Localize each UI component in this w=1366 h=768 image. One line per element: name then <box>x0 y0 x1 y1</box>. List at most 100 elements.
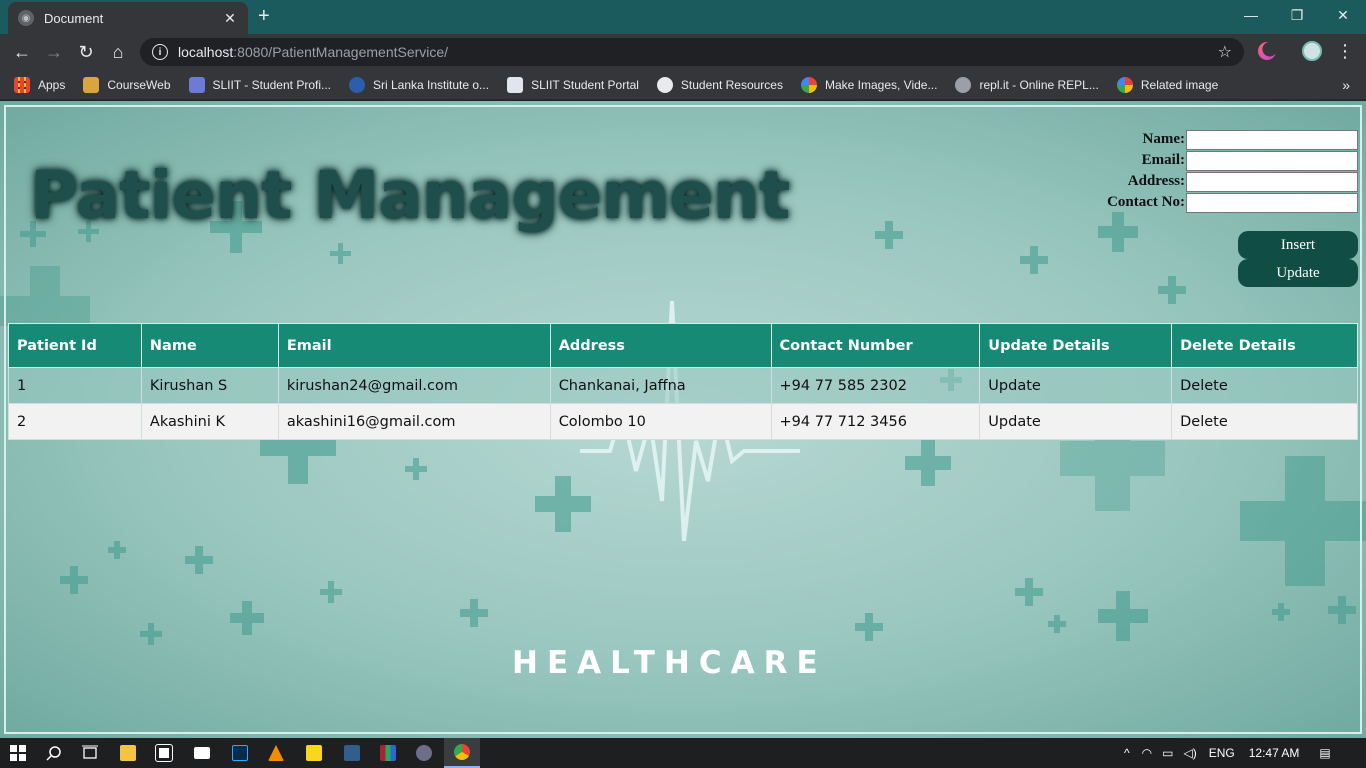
patient-form: Name: Email: Address: Contact No: <box>1088 129 1358 213</box>
terminal-icon[interactable] <box>334 738 370 768</box>
home-icon[interactable]: ⌂ <box>106 40 130 64</box>
forward-icon[interactable]: → <box>42 40 66 64</box>
contact-label: Contact No: <box>1107 194 1185 210</box>
page-content: Patient Management Name: Email: Address:… <box>0 101 1366 738</box>
store-icon[interactable] <box>146 738 182 768</box>
globe-icon <box>656 76 673 93</box>
task-view-icon[interactable] <box>72 738 108 768</box>
bookmark-related-image[interactable]: Related image <box>1116 76 1218 93</box>
chrome-icon[interactable] <box>444 738 480 768</box>
reload-icon[interactable]: ↻ <box>74 40 98 64</box>
close-tab-icon[interactable]: ✕ <box>222 10 238 27</box>
header-delete-details: Delete Details <box>1171 323 1358 368</box>
google-icon <box>800 76 817 93</box>
bookmark-student-resources[interactable]: Student Resources <box>656 76 783 93</box>
header-update-details: Update Details <box>979 323 1173 368</box>
table-row: 1 Kirushan S kirushan24@gmail.com Chanka… <box>8 367 1358 404</box>
new-tab-icon[interactable]: + <box>258 6 270 26</box>
bookmark-replit[interactable]: repl.it - Online REPL... <box>955 76 1099 93</box>
bookmark-courseweb[interactable]: CourseWeb <box>83 76 171 93</box>
bookmark-sliit-institute[interactable]: Sri Lanka Institute o... <box>349 76 489 93</box>
url-host: localhost <box>178 44 234 60</box>
settings-gear-icon[interactable] <box>406 738 442 768</box>
search-icon[interactable] <box>36 738 72 768</box>
sliit-icon <box>188 76 205 93</box>
volume-icon[interactable]: ◁) <box>1183 746 1196 760</box>
file-explorer-icon[interactable] <box>110 738 146 768</box>
cell-name: Akashini K <box>140 403 279 440</box>
profile-avatar[interactable] <box>1302 41 1322 61</box>
notifications-icon[interactable]: ▤ <box>1319 746 1330 760</box>
url-path: :8080/PatientManagementService/ <box>233 44 449 60</box>
browser-tab[interactable]: ◉ Document ✕ <box>8 2 248 34</box>
cell-address: Chankanai, Jaffna <box>549 367 772 404</box>
header-name: Name <box>140 323 279 368</box>
language-indicator[interactable]: ENG <box>1209 746 1235 760</box>
header-contact-number: Contact Number <box>770 323 981 368</box>
address-input[interactable] <box>1186 171 1358 192</box>
table-row: 2 Akashini K akashini16@gmail.com Colomb… <box>8 403 1358 440</box>
bookmark-student-portal[interactable]: SLIIT Student Portal <box>507 76 639 93</box>
header-address: Address <box>549 323 772 368</box>
wifi-icon[interactable]: ◠ <box>1142 746 1152 760</box>
name-input[interactable] <box>1186 129 1358 150</box>
header-email: Email <box>277 323 551 368</box>
google-icon <box>1116 76 1133 93</box>
row-update-button[interactable]: Update <box>979 367 1173 404</box>
email-input[interactable] <box>1186 150 1358 171</box>
winrar-icon[interactable] <box>370 738 406 768</box>
page-title: Patient Management <box>30 157 790 234</box>
bookmark-apps[interactable]: Apps <box>14 76 65 93</box>
windows-start-icon[interactable] <box>0 738 36 768</box>
table-header-row: Patient Id Name Email Address Contact Nu… <box>8 323 1358 368</box>
update-button[interactable]: Update <box>1238 259 1358 287</box>
row-update-button[interactable]: Update <box>979 403 1173 440</box>
tab-title: Document <box>44 10 104 26</box>
more-bookmarks-icon[interactable]: » <box>1342 77 1350 93</box>
cell-name: Kirushan S <box>140 367 279 404</box>
browser-toolbar: ← → ↻ ⌂ i localhost:8080/PatientManageme… <box>0 34 1366 70</box>
name-label: Name: <box>1142 131 1185 147</box>
courseweb-icon <box>83 76 100 93</box>
contact-input[interactable] <box>1186 192 1358 213</box>
sliit-globe-icon <box>349 76 365 93</box>
globe-icon: ◉ <box>18 10 34 26</box>
replit-icon <box>955 76 972 93</box>
bookmark-sliit-profile[interactable]: SLIIT - Student Profi... <box>188 76 331 93</box>
bookmark-make-images[interactable]: Make Images, Vide... <box>800 76 937 93</box>
sticky-notes-icon[interactable] <box>296 738 332 768</box>
tray-chevron-icon[interactable]: ^ <box>1124 746 1130 760</box>
info-icon[interactable]: i <box>152 44 168 60</box>
cell-email: akashini16@gmail.com <box>277 403 551 440</box>
cell-id: 1 <box>8 367 142 404</box>
mail-icon[interactable] <box>184 738 220 768</box>
header-patient-id: Patient Id <box>8 323 142 368</box>
bookmarks-bar: Apps CourseWeb SLIIT - Student Profi... … <box>0 70 1366 100</box>
row-delete-button[interactable]: Delete <box>1171 403 1358 440</box>
email-label: Email: <box>1141 152 1185 168</box>
vlc-icon[interactable] <box>258 738 294 768</box>
cell-contact: +94 77 712 3456 <box>770 403 981 440</box>
cell-contact: +94 77 585 2302 <box>770 367 981 404</box>
clock[interactable]: 12:47 AM <box>1249 746 1300 760</box>
extension-moon-icon[interactable] <box>1258 42 1276 60</box>
address-label: Address: <box>1127 173 1185 189</box>
patient-table: Patient Id Name Email Address Contact Nu… <box>8 323 1358 440</box>
minimize-icon[interactable]: — <box>1228 0 1274 30</box>
document-icon <box>507 76 524 93</box>
cell-id: 2 <box>8 403 142 440</box>
insert-button[interactable]: Insert <box>1238 231 1358 259</box>
row-delete-button[interactable]: Delete <box>1171 367 1358 404</box>
battery-icon[interactable]: ▭ <box>1162 746 1173 760</box>
address-bar[interactable]: i localhost:8080/PatientManagementServic… <box>140 38 1244 66</box>
cell-address: Colombo 10 <box>549 403 772 440</box>
back-icon[interactable]: ← <box>10 40 34 64</box>
bookmark-star-icon[interactable]: ☆ <box>1218 42 1232 62</box>
browser-titlebar: ◉ Document ✕ + — ❐ ✕ <box>0 0 1366 34</box>
apps-grid-icon <box>14 76 30 93</box>
browser-menu-icon[interactable]: ⋮ <box>1336 40 1354 62</box>
healthcare-banner-text: HEALTHCARE <box>512 645 827 681</box>
photoshop-icon[interactable] <box>222 738 258 768</box>
window-close-icon[interactable]: ✕ <box>1320 0 1366 30</box>
restore-icon[interactable]: ❐ <box>1274 0 1320 30</box>
